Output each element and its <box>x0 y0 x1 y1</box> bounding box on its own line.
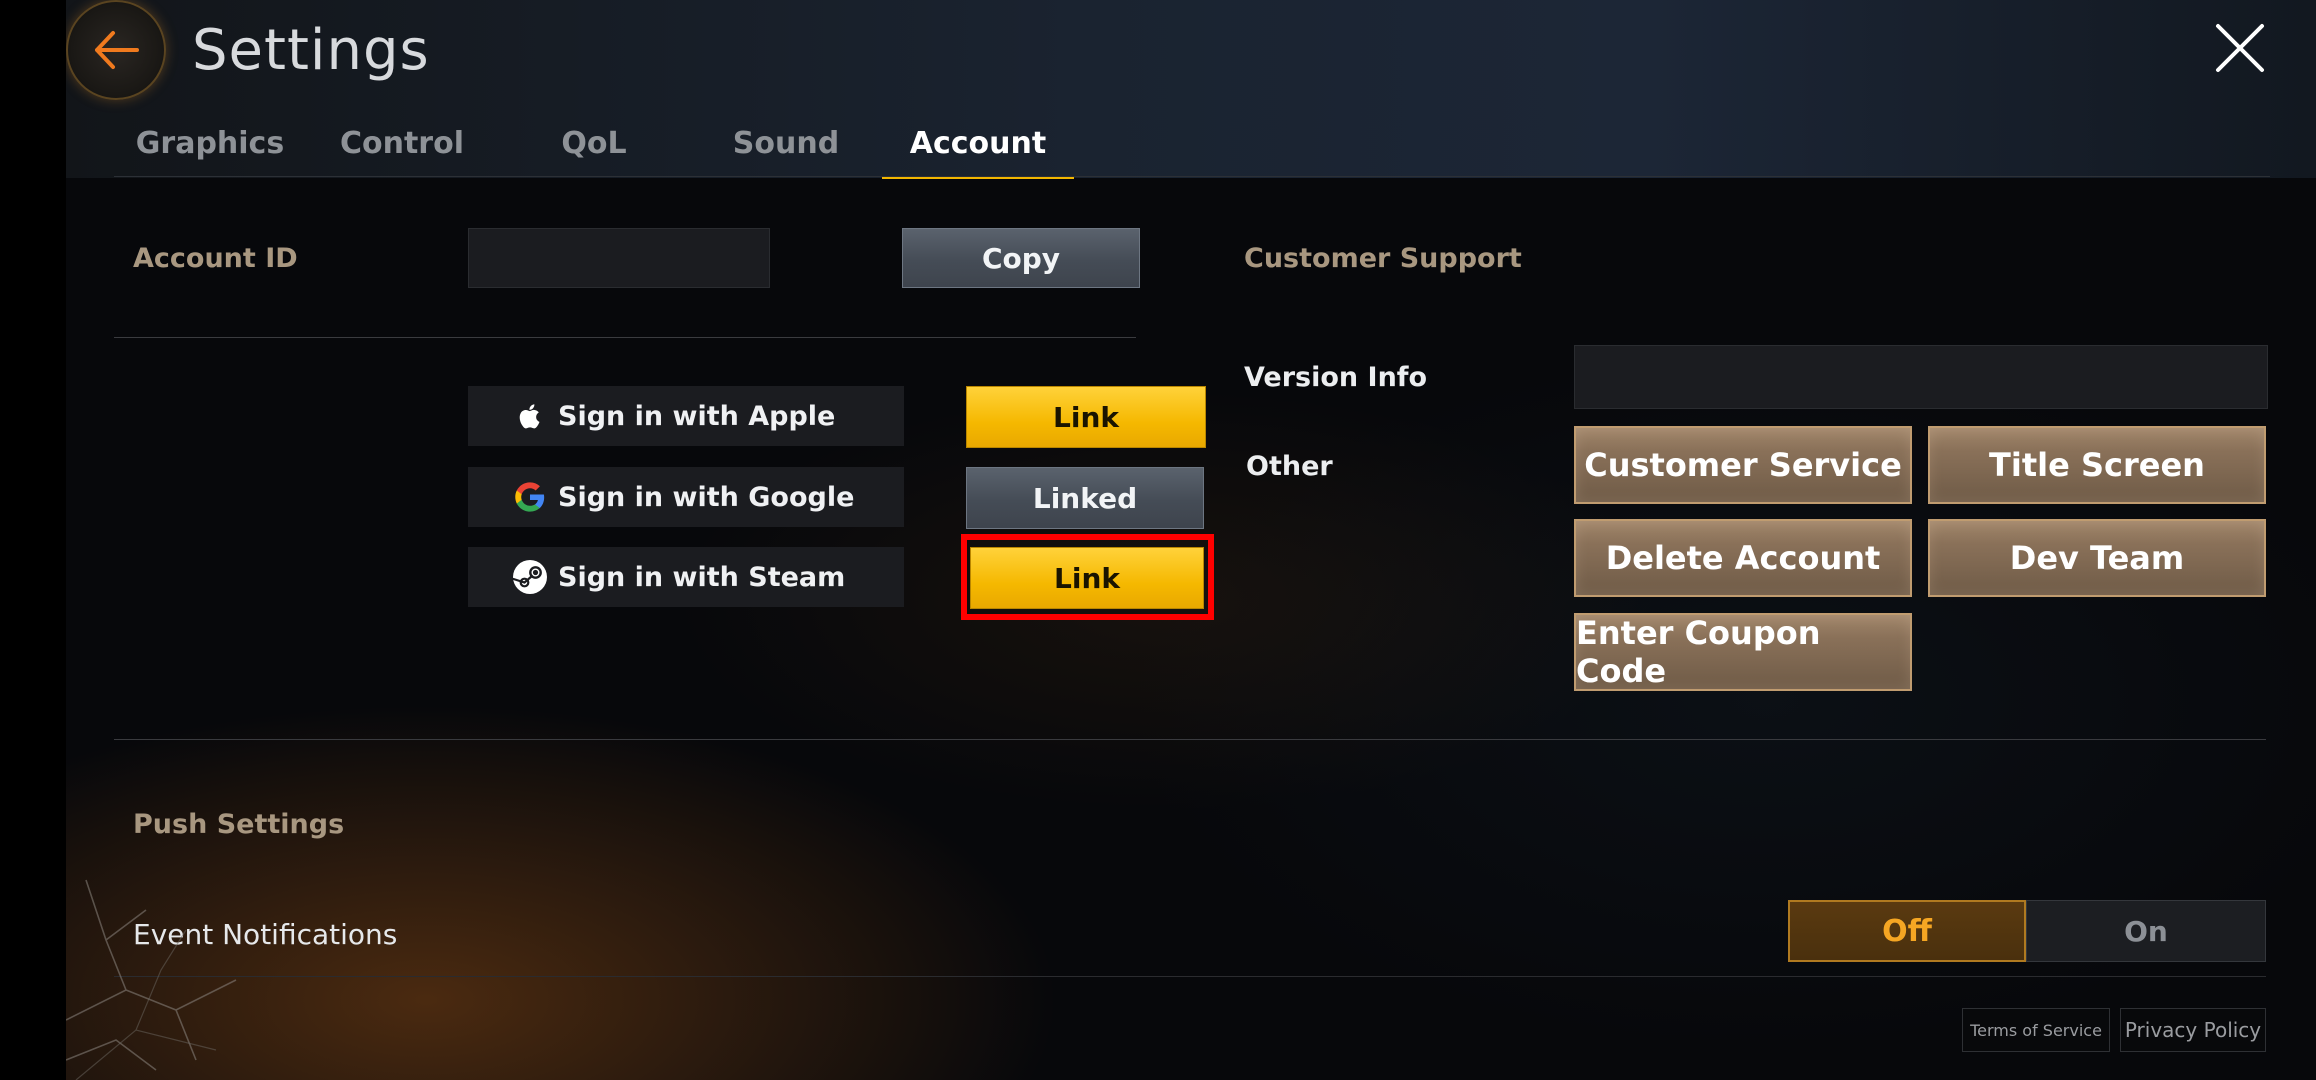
tab-sound[interactable]: Sound <box>690 110 882 176</box>
signin-google-row: Sign in with Google <box>468 467 904 527</box>
section-divider <box>114 739 2266 740</box>
push-divider <box>114 976 2266 977</box>
terms-of-service-link[interactable]: Terms of Service <box>1962 1008 2110 1052</box>
tab-account[interactable]: Account <box>882 110 1074 179</box>
close-button[interactable] <box>2214 22 2266 74</box>
settings-screen: Settings Graphics Control QoL Sound Acco… <box>66 0 2316 1080</box>
account-id-field <box>468 228 770 288</box>
other-label: Other <box>1246 451 1333 482</box>
event-notifications-off-button[interactable]: Off <box>1788 900 2026 962</box>
page-title: Settings <box>192 18 430 83</box>
steam-link-highlight <box>961 534 1214 620</box>
signin-google-label: Sign in with Google <box>558 481 855 513</box>
tabs-divider <box>114 176 2270 177</box>
decorative-branches <box>66 879 237 1080</box>
customer-support-title: Customer Support <box>1244 243 1522 274</box>
signin-apple-row: Sign in with Apple <box>468 386 904 446</box>
account-id-label: Account ID <box>133 243 298 274</box>
title-screen-button[interactable]: Title Screen <box>1928 426 2266 504</box>
account-divider <box>114 337 1136 338</box>
close-icon <box>2216 24 2264 72</box>
customer-service-button[interactable]: Customer Service <box>1574 426 1912 504</box>
signin-steam-label: Sign in with Steam <box>558 561 846 593</box>
privacy-policy-link[interactable]: Privacy Policy <box>2120 1008 2266 1052</box>
enter-coupon-code-button[interactable]: Enter Coupon Code <box>1574 613 1912 691</box>
back-button[interactable] <box>66 0 166 100</box>
delete-account-button[interactable]: Delete Account <box>1574 519 1912 597</box>
version-info-label: Version Info <box>1244 362 1428 393</box>
link-apple-button[interactable]: Link <box>966 386 1206 448</box>
tab-graphics[interactable]: Graphics <box>114 110 306 176</box>
tab-qol[interactable]: QoL <box>498 110 690 176</box>
event-notifications-on-button[interactable]: On <box>2026 900 2266 962</box>
copy-button[interactable]: Copy <box>902 228 1140 288</box>
version-info-field <box>1574 345 2268 409</box>
google-icon <box>512 479 548 515</box>
steam-icon <box>512 559 548 595</box>
apple-icon <box>512 398 548 434</box>
signin-apple-label: Sign in with Apple <box>558 400 836 432</box>
dev-team-button[interactable]: Dev Team <box>1928 519 2266 597</box>
signin-steam-row: Sign in with Steam <box>468 547 904 607</box>
linked-google-button[interactable]: Linked <box>966 467 1204 529</box>
tab-control[interactable]: Control <box>306 110 498 176</box>
back-arrow-icon <box>95 31 139 69</box>
